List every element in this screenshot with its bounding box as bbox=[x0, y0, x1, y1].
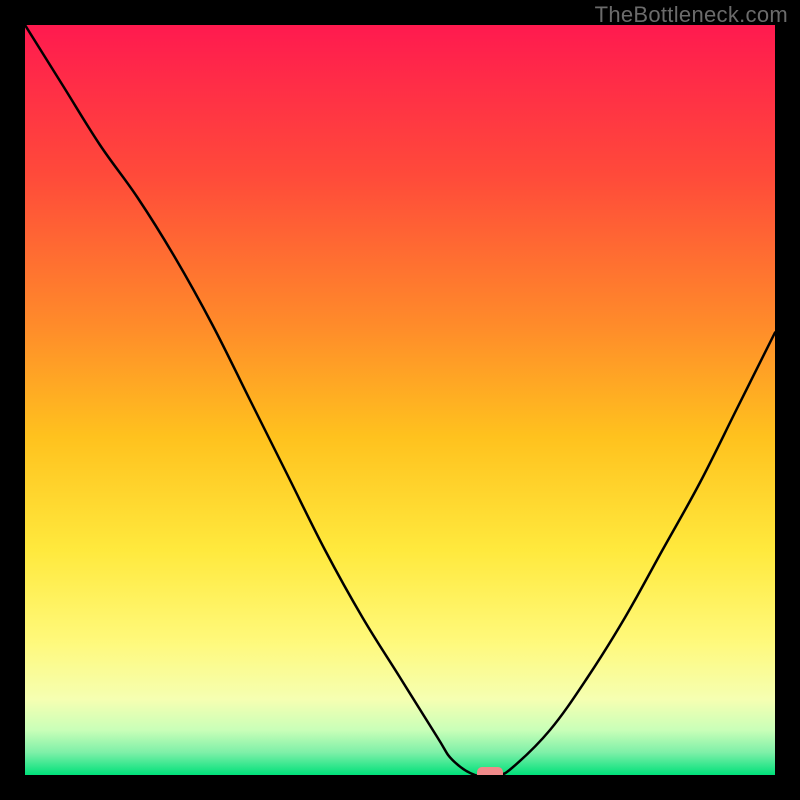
minimum-marker bbox=[477, 767, 503, 775]
watermark-text: TheBottleneck.com bbox=[595, 2, 788, 28]
chart-container: TheBottleneck.com bbox=[0, 0, 800, 800]
chart-plot-area bbox=[25, 25, 775, 775]
chart-background-gradient bbox=[25, 25, 775, 775]
chart-svg bbox=[25, 25, 775, 775]
